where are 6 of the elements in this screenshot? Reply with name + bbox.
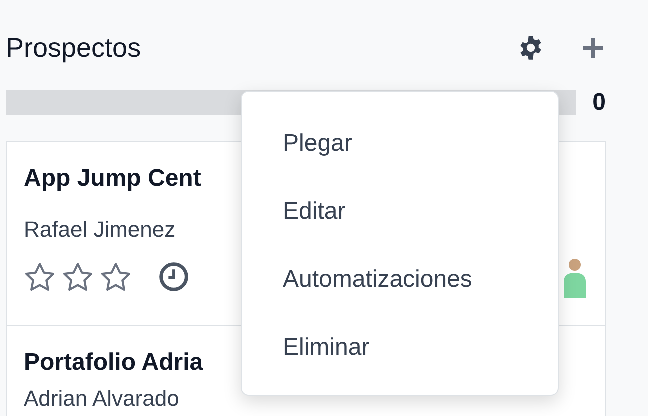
- contact-name: Rafael Jimenez: [24, 217, 176, 243]
- card-title: Portafolio Adria: [24, 348, 204, 378]
- column-title: Prospectos: [6, 32, 142, 64]
- contact-name: Adrian Alvarado: [24, 386, 180, 412]
- card-title: App Jump Cent: [24, 164, 202, 194]
- record-count: 0: [592, 88, 606, 116]
